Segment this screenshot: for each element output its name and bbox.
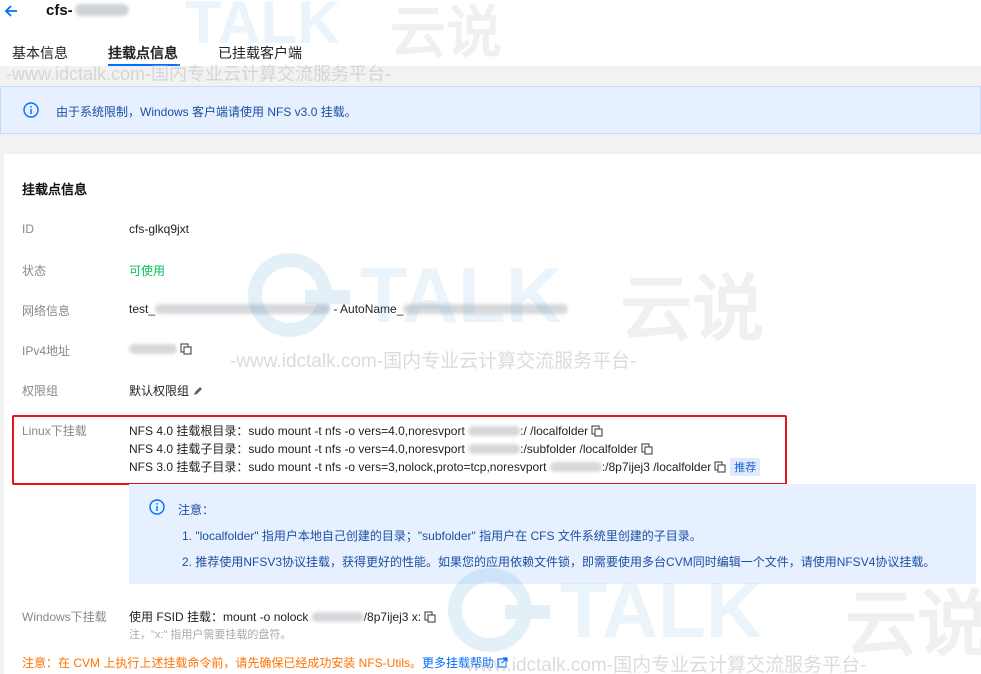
active-tab-indicator	[108, 64, 180, 66]
info-icon	[149, 499, 165, 515]
id-value: cfs-glkq9jxt	[129, 222, 190, 236]
permission-value: 默认权限组	[129, 382, 204, 399]
status-value: 可使用	[129, 264, 166, 278]
windows-mount-command: 使用 FSID 挂载：mount -o nolock /8p7ijej3 x:	[129, 608, 436, 625]
more-help-link[interactable]: 更多挂载帮助	[422, 656, 508, 670]
tab-mounted-clients[interactable]: 已挂载客户端	[218, 43, 302, 63]
status-label: 状态	[22, 264, 47, 278]
page-header: cfs- 基本信息 挂载点信息 已挂载客户端	[0, 0, 981, 66]
nfs-utils-warning: 注意：在 CVM 上执行上述挂载命令前，请先确保已经成功安装 NFS-Utils…	[22, 654, 508, 671]
edit-pencil-icon[interactable]	[192, 385, 204, 397]
external-link-icon	[497, 657, 508, 668]
windows-hint: 注，"x:" 指用户需要挂载的盘符。	[129, 629, 292, 641]
back-arrow-icon[interactable]	[2, 2, 20, 20]
tab-bar: 基本信息 挂载点信息 已挂载客户端	[0, 40, 981, 66]
copy-icon[interactable]	[424, 611, 436, 623]
windows-mount-label: Windows下挂载	[22, 610, 107, 624]
copy-icon[interactable]	[180, 343, 192, 355]
note-title: 注意：	[178, 503, 215, 517]
permission-label: 权限组	[22, 384, 59, 398]
note-line-2: 2. 推荐使用NFSV3协议挂载，获得更好的性能。如果您的应用依赖文件锁，即需要…	[182, 555, 936, 569]
network-value: test_ - AutoName_	[129, 302, 569, 316]
highlight-box	[12, 415, 787, 485]
note-line-1: 1. "localfolder" 指用户本地自己创建的目录；"subfolder…	[182, 529, 702, 543]
ipv4-label: IPv4地址	[22, 344, 71, 358]
tab-basic-info[interactable]: 基本信息	[12, 43, 68, 63]
mount-info-card: 挂载点信息 ID cfs-glkq9jxt 状态 可使用 网络信息 test_ …	[4, 154, 981, 674]
mount-note: 注意： 1. "localfolder" 指用户本地自己创建的目录；"subfo…	[129, 484, 976, 584]
info-icon	[23, 102, 39, 118]
system-limit-alert: 由于系统限制，Windows 客户端请使用 NFS v3.0 挂载。	[0, 86, 981, 134]
ipv4-value	[129, 342, 192, 356]
tab-mount-info[interactable]: 挂载点信息	[108, 43, 178, 63]
id-label: ID	[22, 222, 34, 236]
card-title: 挂载点信息	[22, 182, 88, 197]
alert-text: 由于系统限制，Windows 客户端请使用 NFS v3.0 挂载。	[56, 105, 357, 119]
network-label: 网络信息	[22, 304, 71, 318]
page-title: cfs-	[46, 2, 129, 19]
